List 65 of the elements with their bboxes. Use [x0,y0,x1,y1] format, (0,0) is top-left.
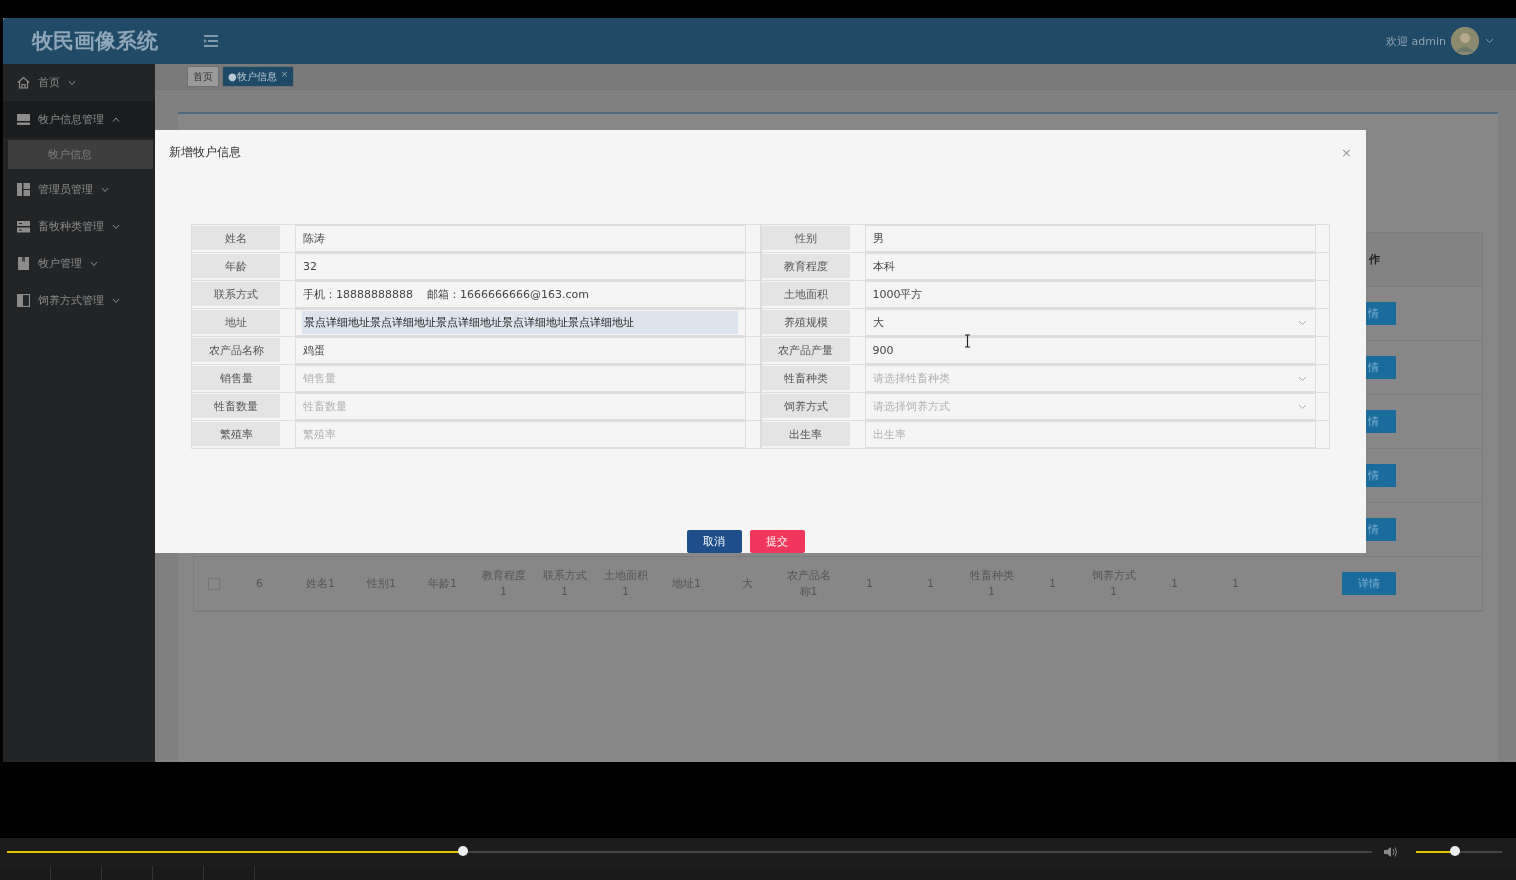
book-icon [17,257,30,270]
field-label: 牲畜数量 [192,394,280,418]
sidebar-item[interactable]: 首页 [3,64,155,101]
panel-icon [17,294,30,307]
input-field[interactable]: 1000平方 [864,281,1316,308]
slider-handle[interactable] [1449,846,1460,856]
chevron-down-icon [112,298,120,303]
menu-icon[interactable] [204,35,218,47]
speaker-icon[interactable] [1384,846,1400,858]
field-label: 出生率 [761,422,850,446]
field-label: 销售量 [192,366,280,390]
select-field[interactable]: 大 [864,309,1316,336]
input-field[interactable]: 900 [864,337,1316,364]
field-label: 联系方式 [192,282,280,306]
sidebar-item[interactable]: 管理员管理 [3,171,155,208]
field-label: 土地面积 [761,282,850,306]
chevron-down-icon [101,187,109,192]
input-field[interactable]: 鸡蛋 [295,337,746,364]
stacked-bars-icon [17,113,30,126]
sidebar-item[interactable]: 牧户管理 [3,245,155,282]
cancel-button[interactable]: 取消 [686,530,742,553]
close-icon[interactable]: × [280,68,289,79]
input-field[interactable]: 32 [295,253,746,280]
details-button[interactable]: 详情 [1342,572,1396,595]
field-label: 繁殖率 [192,422,280,446]
input-field[interactable]: 本科 [864,253,1316,280]
field-label: 农产品名称 [192,338,280,362]
drawers-icon [17,220,30,233]
sidebar-item[interactable]: 饲养方式管理 [3,282,155,319]
field-label: 牲畜种类 [761,366,850,390]
chevron-down-icon [1297,376,1307,381]
sidebar-item[interactable]: 牧户信息管理 [3,101,155,138]
field-label: 姓名 [192,226,280,250]
chevron-down-icon [112,224,120,229]
layout-icon [17,183,30,196]
slider-handle[interactable] [457,846,468,856]
field-label: 农产品产量 [761,338,850,362]
input-field[interactable]: 陈涛 [295,225,746,252]
column-header: 作 [1368,252,1381,267]
input-field[interactable]: 景点详细地址景点详细地址景点详细地址景点详细地址景点详细地址 [295,309,746,336]
field-label: 性别 [761,226,850,250]
chevron-down-icon [1297,320,1307,325]
field-label: 地址 [192,310,280,334]
tab[interactable]: 首页 [187,66,219,87]
app-title: 牧民画像系统 [30,28,159,55]
field-label: 饲养方式 [761,394,850,418]
sidebar-item[interactable]: 畜牧种类管理 [3,208,155,245]
close-button[interactable]: × [1341,145,1352,160]
text-cursor-icon [964,334,971,348]
field-label: 养殖规模 [761,310,850,334]
submit-button[interactable]: 提交 [749,530,805,553]
input-field[interactable]: 手机：18888888888 邮箱：1666666666@163.com [295,281,746,308]
dialog-title: 新增牧户信息 [169,144,242,161]
chevron-down-icon[interactable] [1485,38,1494,44]
field-label: 教育程度 [761,254,850,278]
chevron-down-icon [90,261,98,266]
chevron-up-icon [112,117,120,122]
input-field[interactable]: 男 [864,225,1316,252]
chevron-down-icon [68,80,76,85]
field-label: 年龄 [192,254,280,278]
home-icon [17,76,30,89]
avatar[interactable] [1451,27,1479,55]
tab[interactable]: ●牧户信息 × [222,66,295,87]
welcome-text: 欢迎 admin [1386,33,1446,49]
chevron-down-icon [1297,404,1307,409]
